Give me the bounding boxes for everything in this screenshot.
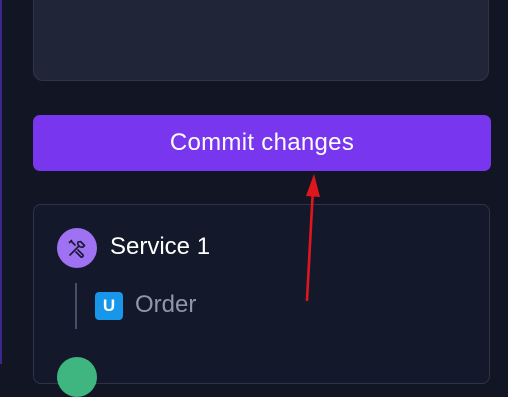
tree-item-order[interactable]: Order (135, 291, 196, 319)
tree-connector-line (75, 283, 77, 329)
commit-changes-button[interactable]: Commit changes (33, 115, 491, 171)
service-1-avatar[interactable] (57, 228, 97, 268)
service-1-name[interactable]: Service 1 (110, 233, 210, 261)
window-left-edge (0, 0, 2, 364)
u-type-badge: U (95, 292, 123, 320)
changes-panel (33, 0, 489, 81)
next-service-avatar[interactable] (57, 357, 97, 397)
tools-icon (68, 239, 86, 258)
